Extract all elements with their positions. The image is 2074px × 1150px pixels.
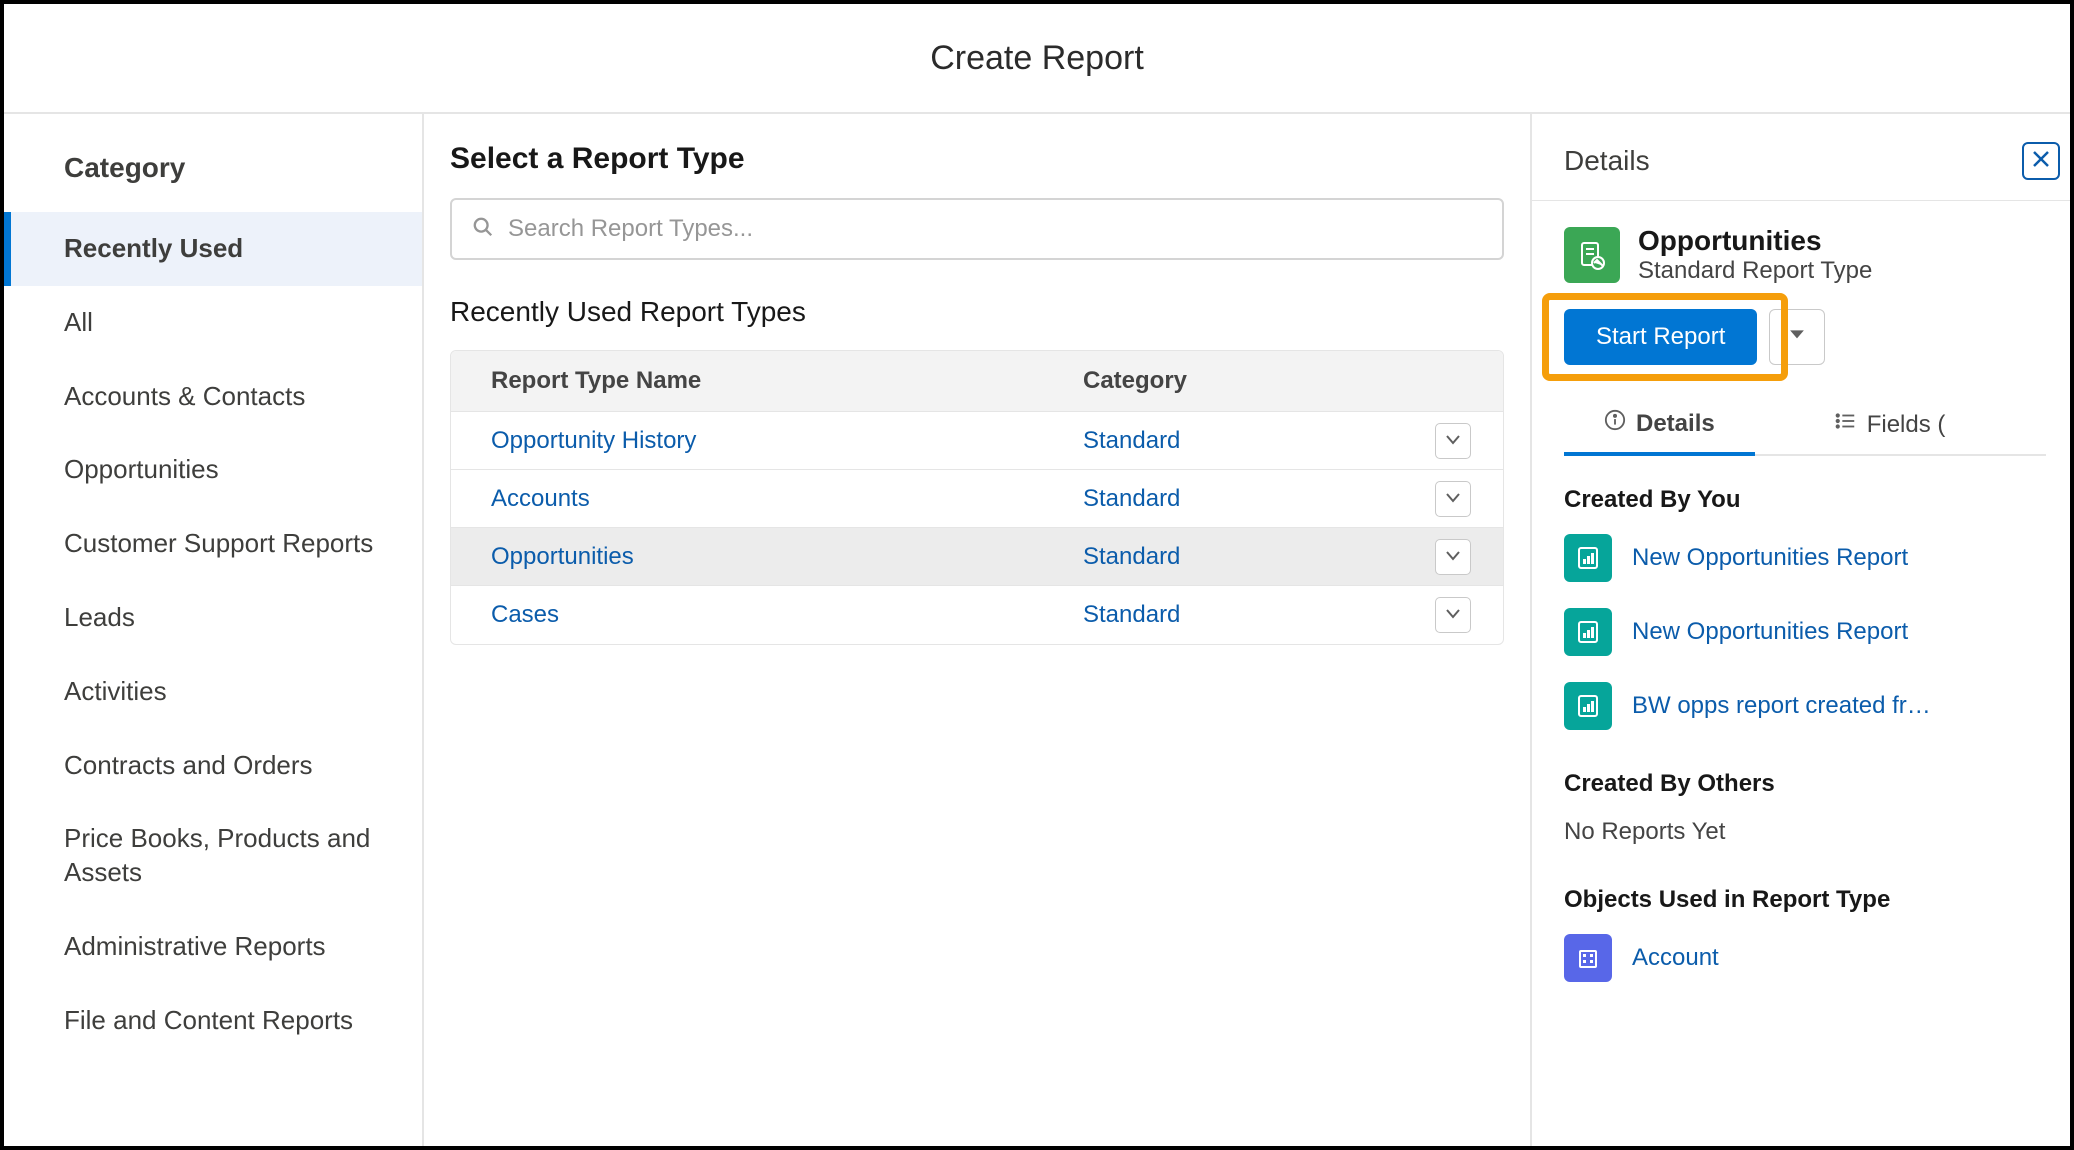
modal-titlebar: Create Report <box>4 4 2070 114</box>
details-body: Opportunities Standard Report Type Start… <box>1532 201 2070 1146</box>
report-icon <box>1564 682 1612 730</box>
search-report-types[interactable] <box>450 198 1504 260</box>
modal-body: Category Recently Used All Accounts & Co… <box>4 114 2070 1146</box>
table-row[interactable]: Opportunity History Standard <box>451 412 1503 470</box>
column-header-category[interactable]: Category <box>1043 351 1423 411</box>
category-item-accounts-contacts[interactable]: Accounts & Contacts <box>4 360 422 434</box>
tab-label: Details <box>1636 410 1715 438</box>
objects-used-section: Objects Used in Report Type Account <box>1564 886 2058 982</box>
details-header: Details <box>1532 114 2070 201</box>
report-icon <box>1564 608 1612 656</box>
category-item-admin[interactable]: Administrative Reports <box>4 910 422 984</box>
column-header-name[interactable]: Report Type Name <box>451 351 1043 411</box>
category-header: Category <box>4 124 422 212</box>
close-icon <box>2032 147 2050 175</box>
category-sidebar[interactable]: Category Recently Used All Accounts & Co… <box>4 114 424 1146</box>
category-item-leads[interactable]: Leads <box>4 581 422 655</box>
chevron-down-icon <box>1446 432 1460 450</box>
report-type-subtitle: Standard Report Type <box>1638 257 1872 285</box>
category-item-opportunities[interactable]: Opportunities <box>4 433 422 507</box>
chevron-down-icon <box>1446 548 1460 566</box>
info-icon <box>1604 409 1626 438</box>
search-icon <box>472 216 494 243</box>
created-by-others-section: Created By Others No Reports Yet <box>1564 770 2058 846</box>
details-panel: Details <box>1530 114 2070 1146</box>
table-header: Report Type Name Category <box>451 351 1503 412</box>
report-link: New Opportunities Report <box>1632 544 1908 572</box>
report-link-item[interactable]: New Opportunities Report <box>1564 534 2058 582</box>
create-report-modal: Create Report Category Recently Used All… <box>0 0 2074 1150</box>
row-actions-button[interactable] <box>1435 539 1471 575</box>
row-actions-button[interactable] <box>1435 481 1471 517</box>
category-item-activities[interactable]: Activities <box>4 655 422 729</box>
tab-details[interactable]: Details <box>1564 395 1755 456</box>
report-type-header: Opportunities Standard Report Type <box>1564 225 2058 285</box>
section-heading: Created By You <box>1564 486 2058 514</box>
report-link-item[interactable]: BW opps report created fr… <box>1564 682 2058 730</box>
report-type-icon <box>1564 227 1620 283</box>
chevron-down-icon <box>1446 490 1460 508</box>
tab-fields[interactable]: Fields ( <box>1795 395 1986 454</box>
category-item-price-books[interactable]: Price Books, Products and Assets <box>4 802 422 910</box>
start-report-dropdown-button[interactable] <box>1769 309 1825 365</box>
report-icon <box>1564 534 1612 582</box>
start-report-actions: Start Report <box>1564 309 1825 365</box>
category-item-all[interactable]: All <box>4 286 422 360</box>
chevron-down-icon <box>1446 606 1460 624</box>
table-row[interactable]: Accounts Standard <box>451 470 1503 528</box>
table-row[interactable]: Opportunities Standard <box>451 528 1503 586</box>
section-heading: Objects Used in Report Type <box>1564 886 2058 914</box>
chevron-down-icon <box>1789 328 1805 346</box>
search-input[interactable] <box>508 215 1482 243</box>
no-reports-text: No Reports Yet <box>1564 818 2058 846</box>
recently-used-title: Recently Used Report Types <box>450 296 1504 328</box>
report-type-title: Opportunities <box>1638 225 1872 257</box>
details-tabs: Details Fields ( <box>1564 395 2046 456</box>
created-by-you-section: Created By You New Opportunities Report … <box>1564 486 2058 730</box>
category-item-file-content[interactable]: File and Content Reports <box>4 984 422 1058</box>
row-category: Standard <box>1043 529 1423 585</box>
start-report-button[interactable]: Start Report <box>1564 309 1757 365</box>
report-link: New Opportunities Report <box>1632 618 1908 646</box>
row-name: Cases <box>451 587 1043 643</box>
row-category: Standard <box>1043 471 1423 527</box>
object-link: Account <box>1632 944 1719 972</box>
tab-label: Fields ( <box>1867 411 1946 439</box>
row-category: Standard <box>1043 587 1423 643</box>
modal-title: Create Report <box>930 39 1144 78</box>
row-name: Opportunity History <box>451 413 1043 469</box>
details-title: Details <box>1564 145 1650 177</box>
row-category: Standard <box>1043 413 1423 469</box>
category-item-customer-support[interactable]: Customer Support Reports <box>4 507 422 581</box>
category-item-contracts-orders[interactable]: Contracts and Orders <box>4 729 422 803</box>
report-link-item[interactable]: New Opportunities Report <box>1564 608 2058 656</box>
section-heading: Created By Others <box>1564 770 2058 798</box>
row-actions-button[interactable] <box>1435 423 1471 459</box>
account-icon <box>1564 934 1612 982</box>
row-name: Opportunities <box>451 529 1043 585</box>
object-item[interactable]: Account <box>1564 934 2058 982</box>
report-type-table: Report Type Name Category Opportunity Hi… <box>450 350 1504 645</box>
report-link: BW opps report created fr… <box>1632 692 1931 720</box>
close-details-button[interactable] <box>2022 142 2060 180</box>
table-row[interactable]: Cases Standard <box>451 586 1503 644</box>
select-report-type-heading: Select a Report Type <box>450 142 1504 176</box>
row-name: Accounts <box>451 471 1043 527</box>
report-type-panel: Select a Report Type Recently Used Repor… <box>424 114 1530 1146</box>
list-icon <box>1835 410 1857 439</box>
row-actions-button[interactable] <box>1435 597 1471 633</box>
category-item-recently-used[interactable]: Recently Used <box>4 212 422 286</box>
